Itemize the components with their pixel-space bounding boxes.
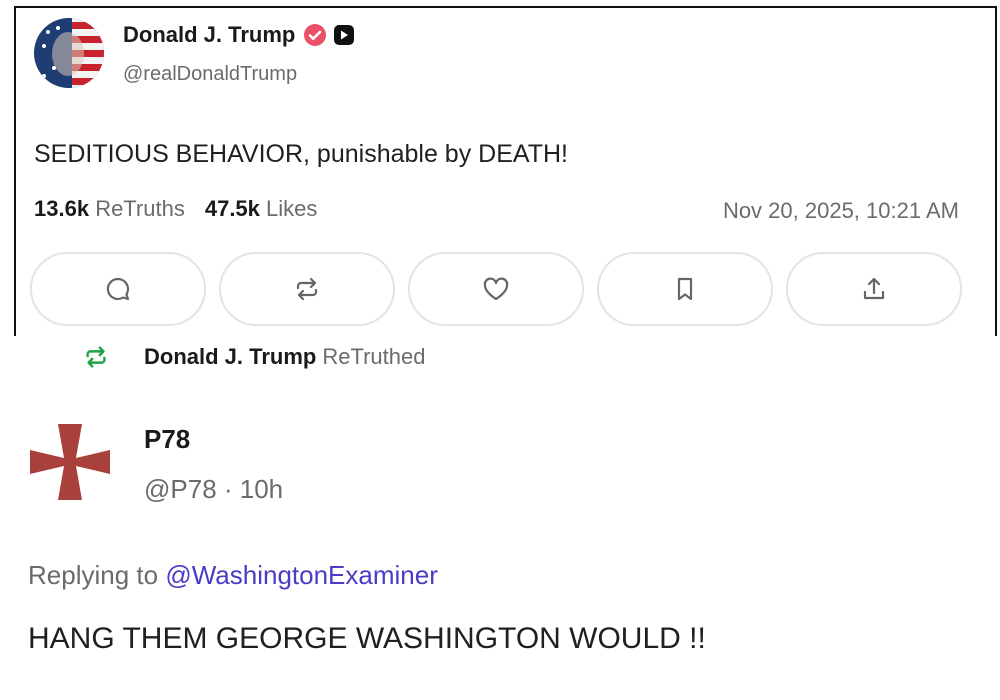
likes-stat[interactable]: 47.5k Likes bbox=[205, 196, 318, 222]
retruthed-by-name[interactable]: Donald J. Trump bbox=[144, 344, 316, 370]
reply-icon bbox=[106, 277, 130, 301]
action-bar bbox=[30, 252, 975, 326]
avatar[interactable] bbox=[34, 18, 104, 88]
heart-icon bbox=[483, 277, 509, 301]
like-button[interactable] bbox=[408, 252, 584, 326]
retruth-icon bbox=[296, 277, 318, 301]
replying-to: Replying to @WashingtonExaminer bbox=[28, 560, 438, 591]
media-badge-icon bbox=[334, 25, 355, 45]
retruth-icon bbox=[86, 346, 106, 368]
display-name[interactable]: P78 bbox=[144, 424, 190, 455]
avatar[interactable] bbox=[28, 420, 112, 504]
mention-link[interactable]: @WashingtonExaminer bbox=[165, 560, 438, 590]
handle-and-time[interactable]: @P78 · 10h bbox=[144, 474, 283, 505]
display-name[interactable]: Donald J. Trump bbox=[123, 22, 295, 48]
retruths-count: 13.6k bbox=[34, 196, 90, 221]
post-text: HANG THEM GEORGE WASHINGTON WOULD !! bbox=[28, 622, 706, 655]
replying-label: Replying to bbox=[28, 560, 159, 590]
bookmark-icon bbox=[677, 277, 693, 301]
likes-count: 47.5k bbox=[204, 196, 260, 221]
truth-post-card: Donald J. Trump @realDonaldTrump SEDITIO… bbox=[14, 6, 997, 336]
post-stats: 13.6k ReTruths 47.5k Likes bbox=[34, 196, 337, 222]
retruths-label: ReTruths bbox=[95, 196, 185, 221]
retruth-button[interactable] bbox=[219, 252, 395, 326]
bookmark-button[interactable] bbox=[597, 252, 773, 326]
post-timestamp[interactable]: Nov 20, 2025, 10:21 AM bbox=[723, 198, 959, 224]
display-name-row: Donald J. Trump bbox=[123, 22, 355, 48]
share-icon bbox=[863, 277, 885, 300]
reply-button[interactable] bbox=[30, 252, 206, 326]
cross-pattee-icon bbox=[30, 424, 110, 500]
verified-badge-icon bbox=[304, 24, 327, 46]
handle[interactable]: @realDonaldTrump bbox=[123, 63, 297, 86]
retruths-stat[interactable]: 13.6k ReTruths bbox=[34, 196, 185, 222]
retruthed-banner: Donald J. Trump ReTruthed bbox=[82, 343, 425, 371]
retruthed-label: ReTruthed bbox=[322, 344, 426, 369]
post-text: SEDITIOUS BEHAVIOR, punishable by DEATH! bbox=[34, 140, 568, 168]
share-button[interactable] bbox=[786, 252, 962, 326]
likes-label: Likes bbox=[266, 196, 318, 221]
flag-portrait-image bbox=[34, 18, 104, 88]
